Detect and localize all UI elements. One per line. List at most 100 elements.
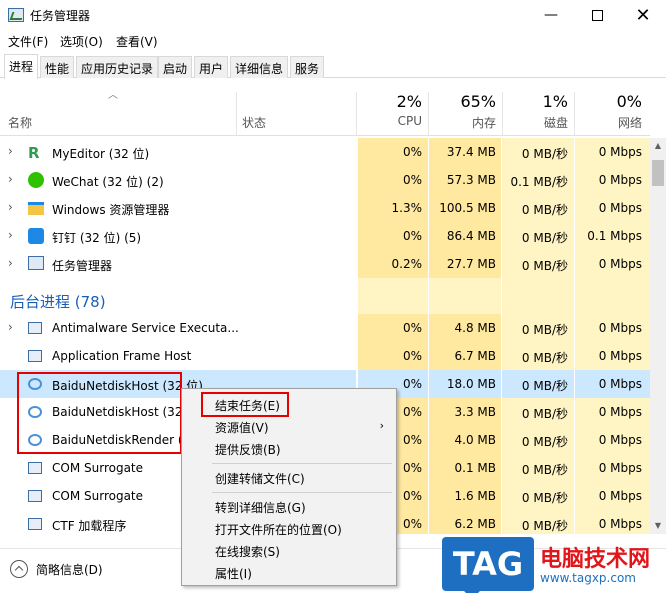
dingtalk-icon: [28, 228, 44, 244]
context-menu: 结束任务(E) 资源值(V) › 提供反馈(B) 创建转储文件(C) 转到详细信…: [181, 388, 397, 586]
menu-view[interactable]: 查看(V): [116, 33, 158, 50]
process-name: WeChat (32 位) (2): [52, 175, 164, 189]
memory-total[interactable]: 65%: [440, 92, 496, 111]
column-divider: [574, 92, 575, 136]
task-manager-app-icon: [8, 8, 24, 22]
process-net-value: 0 Mbps: [598, 433, 642, 447]
background-process-row[interactable]: Application Frame Host 0% 6.7 MB 0 MB/秒 0 Mb…: [0, 342, 650, 370]
process-net-value: 0 Mbps: [598, 517, 642, 531]
process-disk-value: 0.1 MB/秒: [510, 175, 568, 189]
expand-chevron-icon[interactable]: ›: [8, 256, 13, 270]
process-mem-value: 6.7 MB: [454, 349, 496, 363]
process-cpu-value: 0.2%: [391, 257, 423, 271]
tab-users[interactable]: 用户: [194, 56, 229, 78]
process-cpu-value: 0%: [402, 321, 422, 335]
process-name: COM Surrogate: [52, 489, 144, 503]
title-bar: 任务管理器 — ✕: [0, 0, 666, 30]
process-net-value: 0 Mbps: [598, 173, 642, 187]
process-mem-value: 86.4 MB: [446, 229, 496, 243]
process-net-value: 0 Mbps: [598, 377, 642, 391]
tab-details[interactable]: 详细信息: [230, 56, 289, 78]
column-divider: [502, 92, 503, 136]
column-cpu[interactable]: CPU: [370, 114, 422, 128]
ctx-properties[interactable]: 属性(I): [215, 565, 252, 582]
wechat-icon: [28, 172, 44, 188]
column-disk[interactable]: 磁盘: [510, 114, 568, 131]
ctx-go-to-details[interactable]: 转到详细信息(G): [215, 499, 306, 516]
process-cpu-value: 0%: [402, 349, 422, 363]
menu-options[interactable]: 选项(O): [60, 33, 103, 50]
heat-cell-bg: [502, 278, 574, 314]
tab-startup[interactable]: 启动: [158, 56, 193, 78]
app-process-row[interactable]: › R MyEditor (32 位) 0% 37.4 MB 0 MB/秒 0 Mbps: [0, 138, 650, 166]
process-cpu-value: 1.3%: [391, 201, 423, 215]
close-button[interactable]: ✕: [620, 0, 666, 30]
expand-chevron-icon[interactable]: ›: [8, 200, 13, 214]
menu-file[interactable]: 文件(F): [8, 33, 48, 50]
process-net-value: 0 Mbps: [598, 257, 642, 271]
ctx-search-online[interactable]: 在线搜索(S): [215, 543, 280, 560]
process-mem-value: 4.0 MB: [454, 433, 496, 447]
network-total[interactable]: 0%: [584, 92, 642, 111]
expand-chevron-icon[interactable]: ›: [8, 320, 13, 334]
process-net-value: 0 Mbps: [598, 145, 642, 159]
column-name[interactable]: 名称: [8, 114, 32, 131]
disk-total[interactable]: 1%: [510, 92, 568, 111]
taskmanager-icon: [28, 256, 44, 270]
fewer-details-link[interactable]: 简略信息(D): [36, 561, 103, 578]
process-net-value: 0 Mbps: [598, 321, 642, 335]
ctx-create-dump[interactable]: 创建转储文件(C): [215, 470, 305, 487]
app-process-row[interactable]: › 钉钉 (32 位) (5) 0% 86.4 MB 0 MB/秒 0.1 Mbps: [0, 222, 650, 250]
process-name: Application Frame Host: [52, 349, 192, 363]
scroll-up-icon[interactable]: ▲: [650, 138, 666, 154]
process-cpu-value: 0%: [402, 145, 422, 159]
service-icon: [28, 462, 42, 474]
tab-services[interactable]: 服务: [290, 56, 325, 78]
column-header: ︿ 名称 状态 2% CPU 65% 内存 1% 磁盘 0% 网络: [0, 78, 650, 136]
tab-bar: 进程 性能 应用历史记录 启动 用户 详细信息 服务: [0, 52, 666, 79]
background-process-row[interactable]: › Antimalware Service Executa... 0% 4.8 MB 0…: [0, 314, 650, 342]
minimize-button[interactable]: —: [528, 0, 574, 30]
process-mem-value: 18.0 MB: [446, 377, 496, 391]
ctx-open-file-location[interactable]: 打开文件所在的位置(O): [215, 521, 342, 538]
collapse-icon[interactable]: [10, 560, 28, 578]
vertical-scrollbar[interactable]: ▲ ▼: [650, 138, 666, 534]
tab-app-history[interactable]: 应用历史记录: [76, 56, 159, 78]
heat-cell-bg: [358, 278, 428, 314]
process-net-value: 0 Mbps: [598, 489, 642, 503]
heat-cell-bg: [429, 278, 501, 314]
process-cpu-value: 0%: [402, 173, 422, 187]
cpu-total[interactable]: 2%: [370, 92, 422, 111]
app-process-row[interactable]: › 任务管理器 0.2% 27.7 MB 0 MB/秒 0 Mbps: [0, 250, 650, 278]
service-icon: [28, 490, 42, 502]
expand-chevron-icon[interactable]: ›: [8, 144, 13, 158]
tab-processes[interactable]: 进程: [4, 54, 39, 79]
background-group-row: 后台进程 (78): [0, 278, 650, 314]
expand-chevron-icon[interactable]: ›: [8, 228, 13, 242]
column-divider: [236, 92, 237, 136]
process-name: COM Surrogate: [52, 461, 144, 475]
column-status[interactable]: 状态: [242, 114, 266, 131]
folder-icon: [28, 202, 44, 215]
ctx-provide-feedback[interactable]: 提供反馈(B): [215, 441, 281, 458]
service-icon: [28, 350, 42, 362]
expand-chevron-icon[interactable]: ›: [8, 172, 13, 186]
app-process-row[interactable]: › Windows 资源管理器 1.3% 100.5 MB 0 MB/秒 0 Mbps: [0, 194, 650, 222]
scroll-thumb[interactable]: [652, 160, 664, 186]
ctx-resource-values[interactable]: 资源值(V): [215, 419, 269, 436]
process-name: Windows 资源管理器: [52, 203, 170, 217]
process-mem-value: 57.3 MB: [446, 173, 496, 187]
process-mem-value: 100.5 MB: [439, 201, 496, 215]
ctx-separator: [212, 463, 392, 464]
column-memory[interactable]: 内存: [440, 114, 496, 131]
ctx-separator: [212, 492, 392, 493]
process-disk-value: 0 MB/秒: [521, 379, 568, 393]
scroll-down-icon[interactable]: ▼: [650, 518, 666, 534]
app-process-row[interactable]: › WeChat (32 位) (2) 0% 57.3 MB 0.1 MB/秒 0 Mbp…: [0, 166, 650, 194]
column-network[interactable]: 网络: [584, 114, 642, 131]
watermark-tag-logo: TAG: [442, 537, 534, 593]
process-cpu-value: 0%: [402, 229, 422, 243]
process-mem-value: 0.1 MB: [454, 461, 496, 475]
tab-performance[interactable]: 性能: [40, 56, 75, 78]
maximize-button[interactable]: [574, 0, 620, 30]
